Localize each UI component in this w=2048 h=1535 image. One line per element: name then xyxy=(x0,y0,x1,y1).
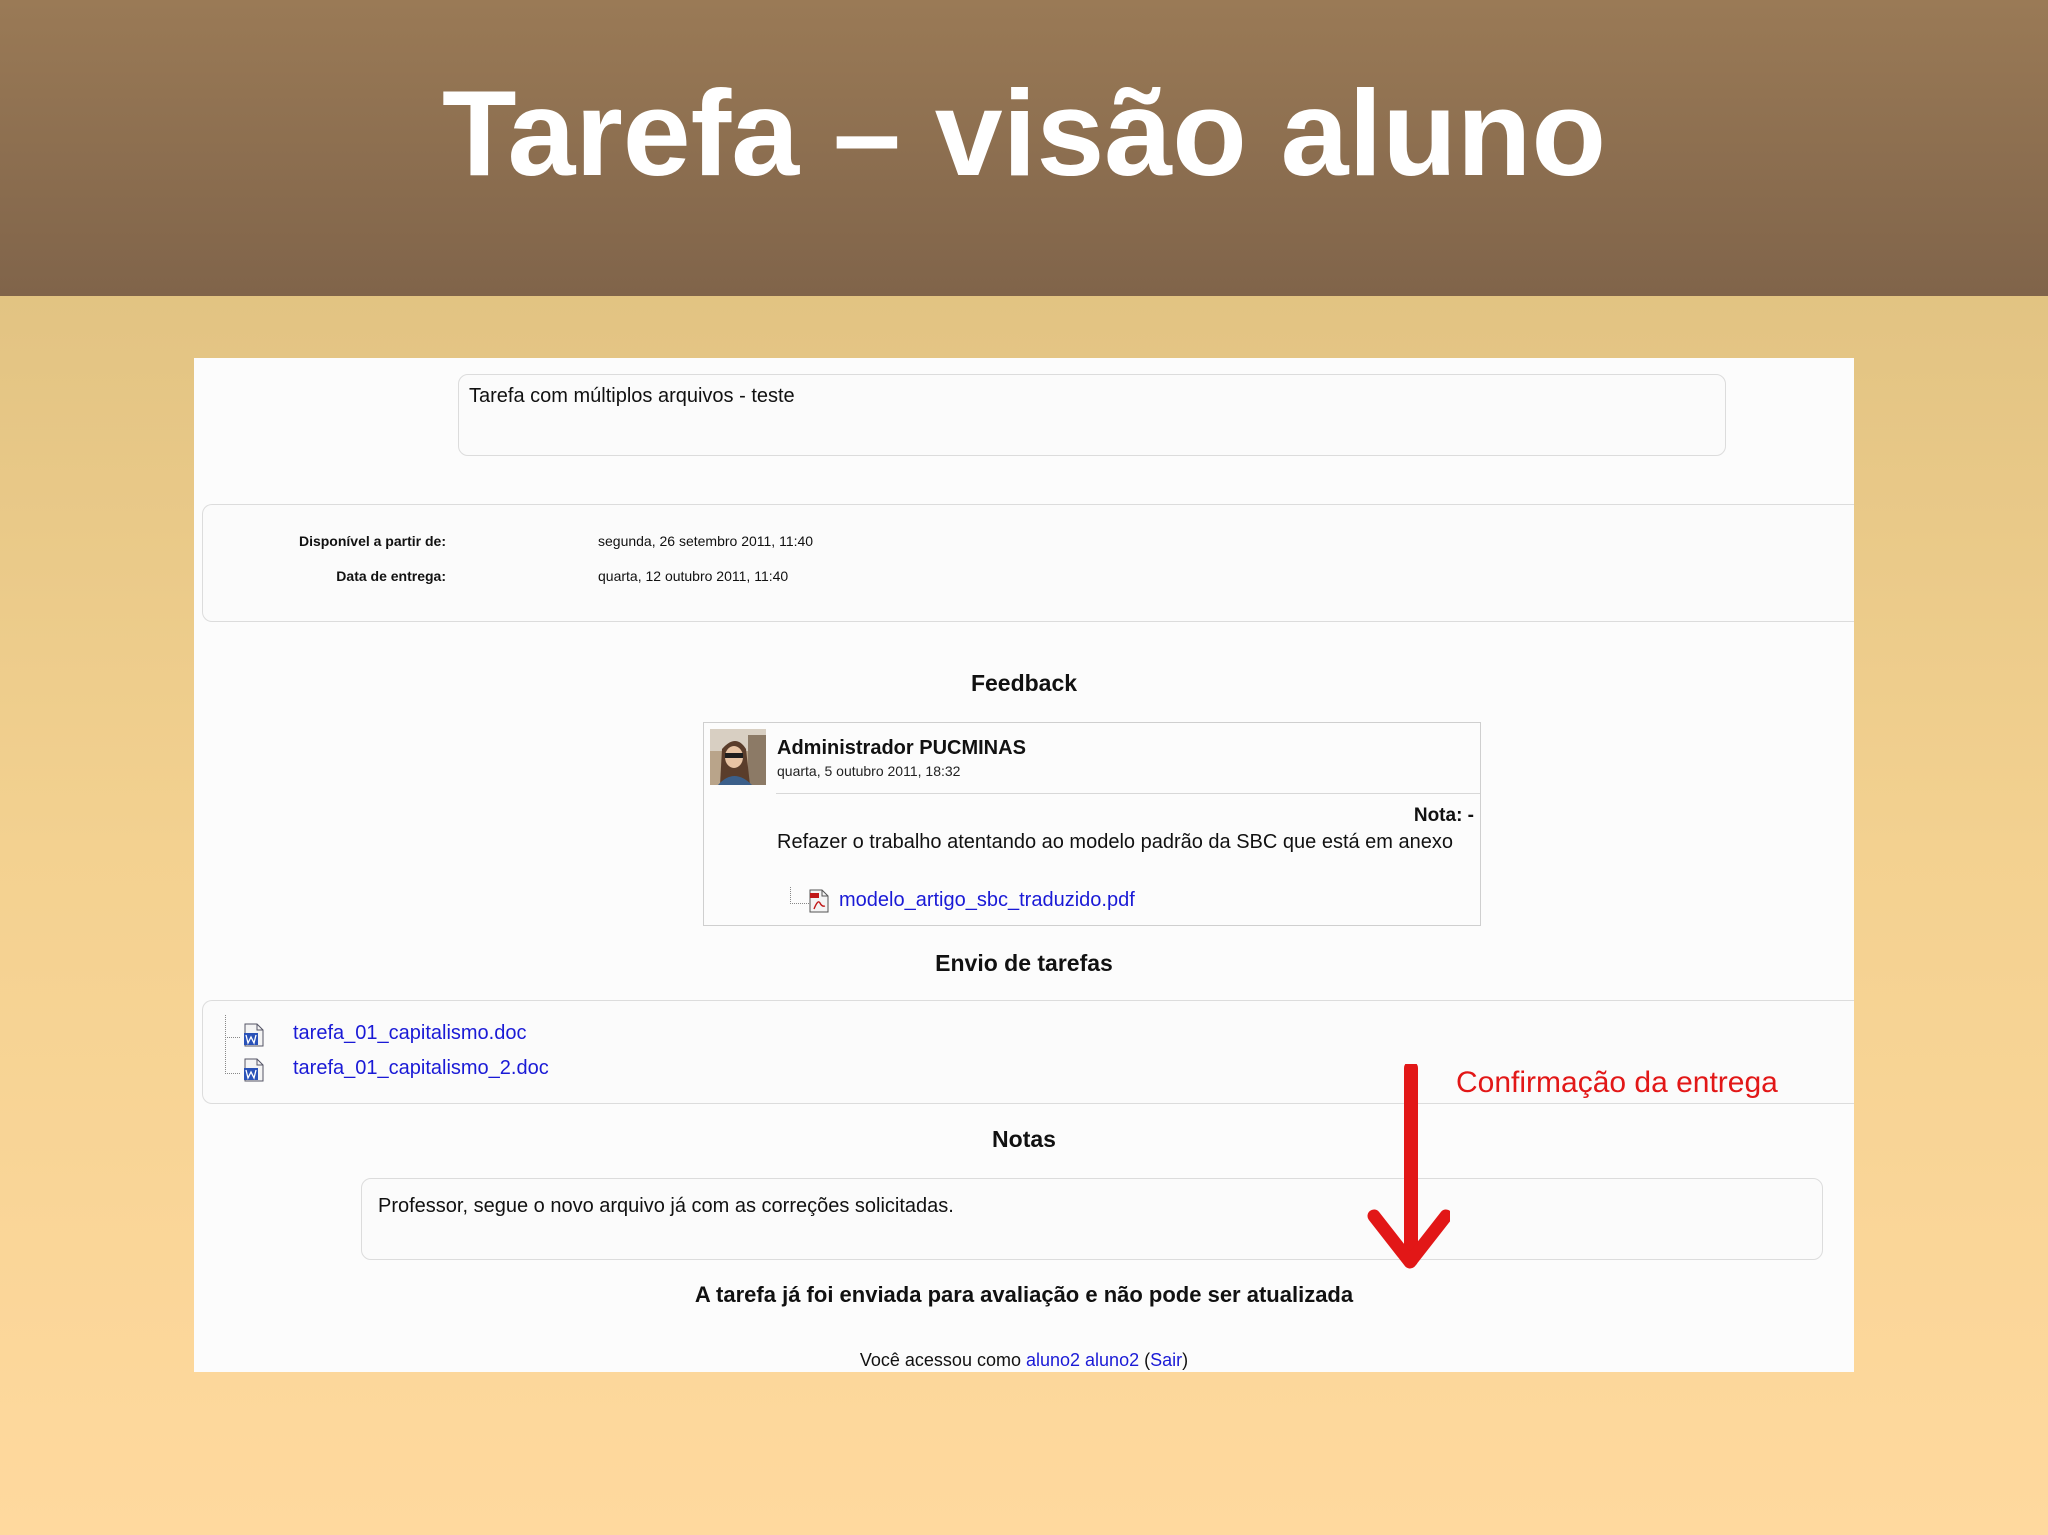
assignment-dates-box: Disponível a partir de: segunda, 26 sete… xyxy=(202,504,1854,622)
feedback-heading: Feedback xyxy=(970,670,1078,696)
login-paren-close: ) xyxy=(1182,1350,1189,1370)
due-date-value: quarta, 12 outubro 2011, 11:40 xyxy=(598,568,789,584)
annotation-label: Confirmação da entrega xyxy=(1456,1066,1778,1099)
logout-link[interactable]: Sair xyxy=(1150,1350,1182,1370)
feedback-text: Refazer o trabalho atentando ao modelo p… xyxy=(777,831,1454,853)
submission-heading: Envio de tarefas xyxy=(935,950,1113,976)
assignment-description: Tarefa com múltiplos arquivos - teste xyxy=(469,385,795,407)
feedback-divider xyxy=(776,793,1480,794)
submission-file-link-2[interactable]: tarefa_01_capitalismo_2.doc xyxy=(293,1057,549,1080)
notes-box: Professor, segue o novo arquivo já com a… xyxy=(361,1178,1823,1260)
submission-file-link-1[interactable]: tarefa_01_capitalismo.doc xyxy=(293,1022,526,1045)
notes-text: Professor, segue o novo arquivo já com a… xyxy=(378,1195,954,1217)
login-prefix: Você acessou como xyxy=(859,1350,1026,1370)
avatar[interactable] xyxy=(710,729,766,785)
notes-heading: Notas xyxy=(992,1126,1056,1152)
due-date-label: Data de entrega: xyxy=(336,568,446,584)
login-paren-open: ( xyxy=(1139,1350,1151,1370)
login-info: Você acessou como aluno2 aluno2 (Sair) xyxy=(194,1350,1854,1371)
file-tree-connector xyxy=(225,1015,240,1038)
submission-status: A tarefa já foi enviada para avaliação e… xyxy=(694,1282,1354,1307)
available-from-label: Disponível a partir de: xyxy=(298,533,446,549)
available-from-value: segunda, 26 setembro 2011, 11:40 xyxy=(598,533,814,549)
feedback-date: quarta, 5 outubro 2011, 18:32 xyxy=(777,763,961,779)
word-doc-icon xyxy=(243,1023,265,1047)
file-tree-connector xyxy=(225,1037,240,1074)
moodle-screenshot: Tarefa com múltiplos arquivos - teste Di… xyxy=(194,358,1854,1372)
annotation-arrow-icon xyxy=(1367,1064,1450,1269)
feedback-grade: Nota: - xyxy=(1413,805,1474,826)
feedback-file-link[interactable]: modelo_artigo_sbc_traduzido.pdf xyxy=(839,889,1135,912)
word-doc-icon xyxy=(243,1058,265,1082)
user-profile-link[interactable]: aluno2 aluno2 xyxy=(1026,1350,1139,1370)
feedback-author: Administrador PUCMINAS xyxy=(777,737,1026,759)
feedback-box: Administrador PUCMINAS quarta, 5 outubro… xyxy=(703,722,1481,926)
pdf-file-icon xyxy=(808,889,830,913)
assignment-description-box: Tarefa com múltiplos arquivos - teste xyxy=(458,374,1726,456)
slide-header: Tarefa – visão aluno xyxy=(0,0,2048,296)
slide-title: Tarefa – visão aluno xyxy=(442,65,1606,201)
